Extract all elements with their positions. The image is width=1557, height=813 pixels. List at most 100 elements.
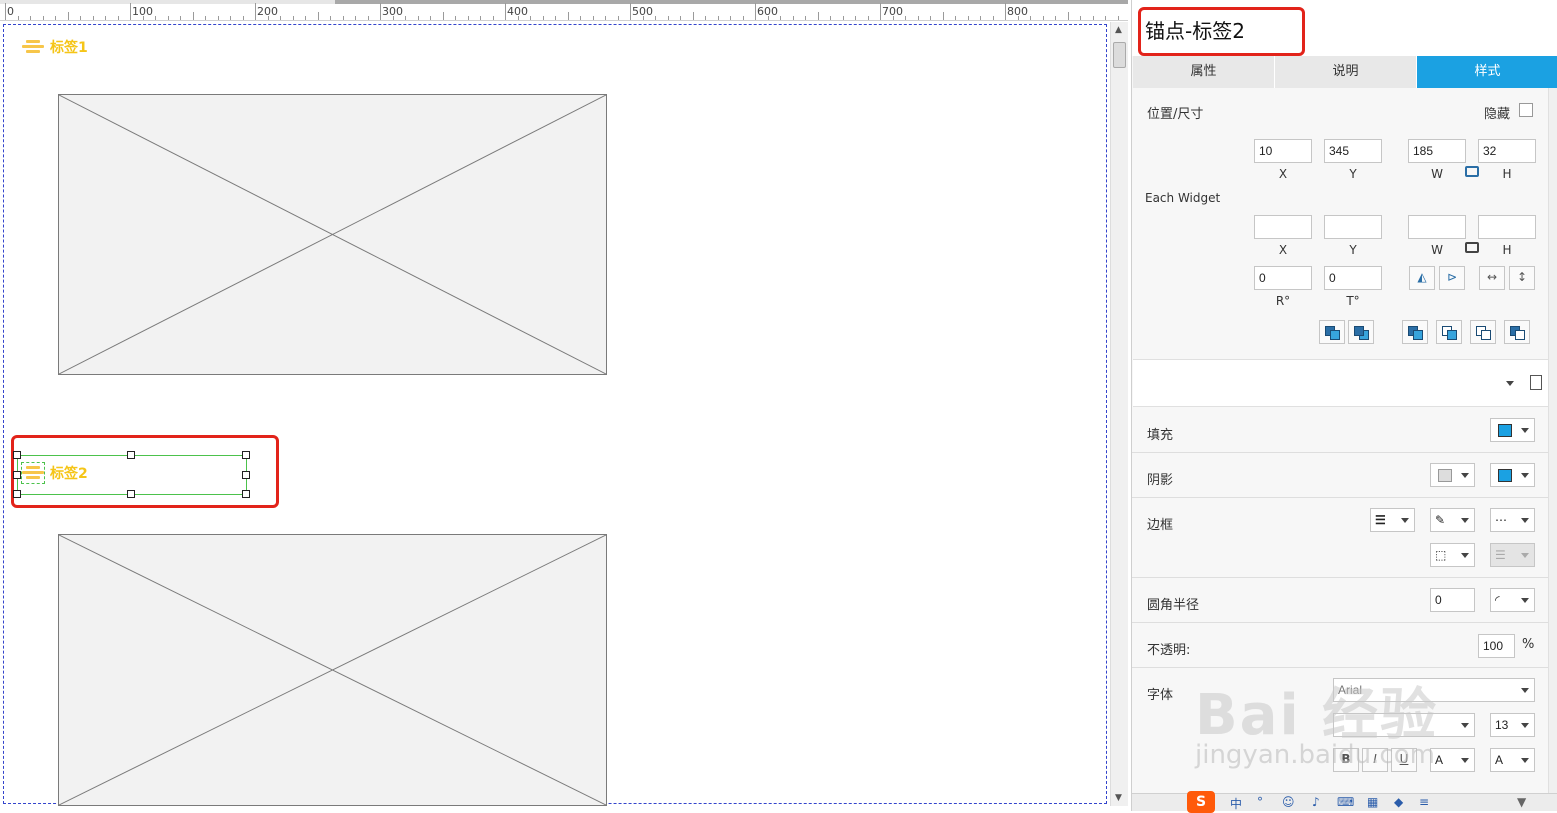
keyboard-icon[interactable]: ⌨ bbox=[1337, 795, 1354, 809]
underline-button[interactable]: U bbox=[1391, 748, 1417, 772]
ruler-tick bbox=[917, 16, 919, 20]
tab-notes[interactable]: 说明 bbox=[1275, 56, 1417, 88]
y-field[interactable]: 345 bbox=[1324, 139, 1382, 163]
image-placeholder[interactable] bbox=[58, 534, 607, 806]
underline-icon: U bbox=[1399, 752, 1409, 766]
resize-handle-s[interactable] bbox=[127, 490, 135, 498]
fill-color-picker[interactable] bbox=[1490, 418, 1535, 442]
vertical-scrollbar[interactable]: ▲ ▼ bbox=[1110, 22, 1128, 806]
sogou-input-icon[interactable]: S bbox=[1187, 791, 1215, 813]
resize-handle-w[interactable] bbox=[13, 471, 21, 479]
ruler-tick bbox=[780, 16, 781, 20]
fill-label: 填充 bbox=[1147, 428, 1174, 443]
each-y-field[interactable] bbox=[1324, 215, 1382, 239]
w-field[interactable]: 185 bbox=[1408, 139, 1466, 163]
each-w-field[interactable] bbox=[1408, 215, 1466, 239]
corner-shape-dropdown[interactable]: ◜ bbox=[1490, 588, 1535, 612]
x-field[interactable]: 10 bbox=[1254, 139, 1312, 163]
font-weight-dropdown[interactable] bbox=[1333, 713, 1475, 737]
h-field[interactable]: 32 bbox=[1478, 139, 1536, 163]
widget-name-header[interactable]: 锚点-标签2 bbox=[1132, 0, 1557, 56]
send-backward-button[interactable] bbox=[1348, 320, 1374, 344]
scroll-down-icon[interactable]: ▼ bbox=[1115, 793, 1122, 803]
font-color-dropdown[interactable]: A bbox=[1430, 748, 1475, 772]
emoji-icon[interactable]: ☺ bbox=[1282, 795, 1295, 809]
ruler-tick bbox=[880, 3, 881, 20]
anchor-widget-1[interactable]: 标签1 bbox=[22, 37, 88, 57]
edit-style-icon[interactable] bbox=[1530, 375, 1542, 390]
ruler-tick bbox=[542, 16, 544, 20]
italic-icon: I bbox=[1373, 752, 1377, 766]
ruler-tick bbox=[367, 16, 369, 20]
resize-handle-n[interactable] bbox=[127, 451, 135, 459]
each-widget-label: Each Widget bbox=[1145, 191, 1221, 205]
each-x-field[interactable] bbox=[1254, 215, 1312, 239]
bring-to-front-button[interactable] bbox=[1402, 320, 1428, 344]
ruler-tick bbox=[842, 16, 844, 20]
text-rotation-field[interactable]: 0 bbox=[1324, 266, 1382, 290]
border-label: 边框 bbox=[1147, 518, 1174, 533]
ruler-tick bbox=[342, 16, 344, 20]
italic-button[interactable]: I bbox=[1362, 748, 1388, 772]
anchor-widget-2[interactable]: 标签2 bbox=[21, 462, 88, 484]
shadow-color-picker[interactable] bbox=[1490, 463, 1535, 487]
menu-icon[interactable]: ≡ bbox=[1419, 795, 1429, 809]
hidden-checkbox[interactable] bbox=[1519, 103, 1533, 117]
ruler-tick bbox=[192, 12, 194, 20]
font-size-dropdown[interactable]: 13 bbox=[1490, 713, 1535, 737]
bring-forward-button[interactable] bbox=[1319, 320, 1345, 344]
design-canvas[interactable]: 标签1 标签2 bbox=[0, 22, 1110, 806]
tab-style[interactable]: 样式 bbox=[1417, 56, 1557, 88]
resize-handle-ne[interactable] bbox=[242, 451, 250, 459]
flip-vertical-button[interactable]: ⊳ bbox=[1439, 266, 1465, 290]
font-family-dropdown[interactable]: Arial bbox=[1333, 678, 1535, 702]
h-caption: H bbox=[1502, 167, 1512, 181]
unlock-ratio-icon[interactable] bbox=[1465, 242, 1479, 253]
rotation-field[interactable]: 0 bbox=[1254, 266, 1312, 290]
text-shadow-dropdown[interactable]: A bbox=[1490, 748, 1535, 772]
style-selector[interactable] bbox=[1133, 359, 1548, 407]
ruler-tick bbox=[1042, 16, 1044, 20]
ruler-tick bbox=[1005, 3, 1006, 20]
ruler-tick bbox=[592, 16, 594, 20]
opacity-label: 不透明: bbox=[1147, 643, 1191, 658]
scrollbar-thumb[interactable] bbox=[1113, 42, 1126, 68]
filter-icon[interactable]: ▼ bbox=[1517, 795, 1526, 809]
distribute-horizontal-button[interactable]: ↔ bbox=[1479, 266, 1505, 290]
ime-lang-icon[interactable]: 中 bbox=[1230, 795, 1242, 812]
lock-ratio-icon[interactable] bbox=[1465, 166, 1479, 177]
resize-handle-nw[interactable] bbox=[13, 451, 21, 459]
resize-handle-e[interactable] bbox=[242, 471, 250, 479]
border-width-dropdown[interactable]: ☰ bbox=[1370, 508, 1415, 532]
group-button[interactable] bbox=[1470, 320, 1496, 344]
scroll-up-icon[interactable]: ▲ bbox=[1115, 25, 1122, 35]
opacity-field[interactable]: 100 bbox=[1478, 634, 1515, 658]
voice-icon[interactable]: ♪ bbox=[1312, 795, 1320, 809]
shadow-type-dropdown[interactable] bbox=[1430, 463, 1475, 487]
ruler-tick bbox=[667, 16, 669, 20]
flip-horizontal-button[interactable]: ◭ bbox=[1409, 266, 1435, 290]
resize-handle-sw[interactable] bbox=[13, 490, 21, 498]
panel-scrollbar[interactable] bbox=[1548, 88, 1557, 793]
ungroup-button[interactable] bbox=[1504, 320, 1530, 344]
bold-button[interactable]: B bbox=[1333, 748, 1359, 772]
image-placeholder[interactable] bbox=[58, 94, 607, 375]
border-visibility-dropdown[interactable]: ⬚ bbox=[1430, 543, 1475, 567]
ruler-tick bbox=[730, 16, 731, 20]
send-to-back-button[interactable] bbox=[1436, 320, 1462, 344]
ruler-tick bbox=[705, 16, 706, 20]
tab-properties[interactable]: 属性 bbox=[1133, 56, 1275, 88]
inspector-tabs: 属性 说明 样式 bbox=[1133, 56, 1557, 88]
toolbox-icon[interactable]: ▦ bbox=[1367, 795, 1378, 809]
punctuation-icon[interactable]: ° bbox=[1257, 795, 1263, 809]
corner-radius-field[interactable]: 0 bbox=[1430, 588, 1475, 612]
ruler-label: 300 bbox=[382, 5, 403, 18]
text-rotation-caption: T° bbox=[1346, 294, 1360, 308]
border-color-dropdown[interactable]: ✎ bbox=[1430, 508, 1475, 532]
each-h-field[interactable] bbox=[1478, 215, 1536, 239]
distribute-vertical-button[interactable]: ↕ bbox=[1509, 266, 1535, 290]
skin-icon[interactable]: ◆ bbox=[1394, 795, 1403, 809]
border-style-dropdown[interactable]: ⋯ bbox=[1490, 508, 1535, 532]
resize-handle-se[interactable] bbox=[242, 490, 250, 498]
chevron-down-icon[interactable] bbox=[1506, 381, 1514, 386]
